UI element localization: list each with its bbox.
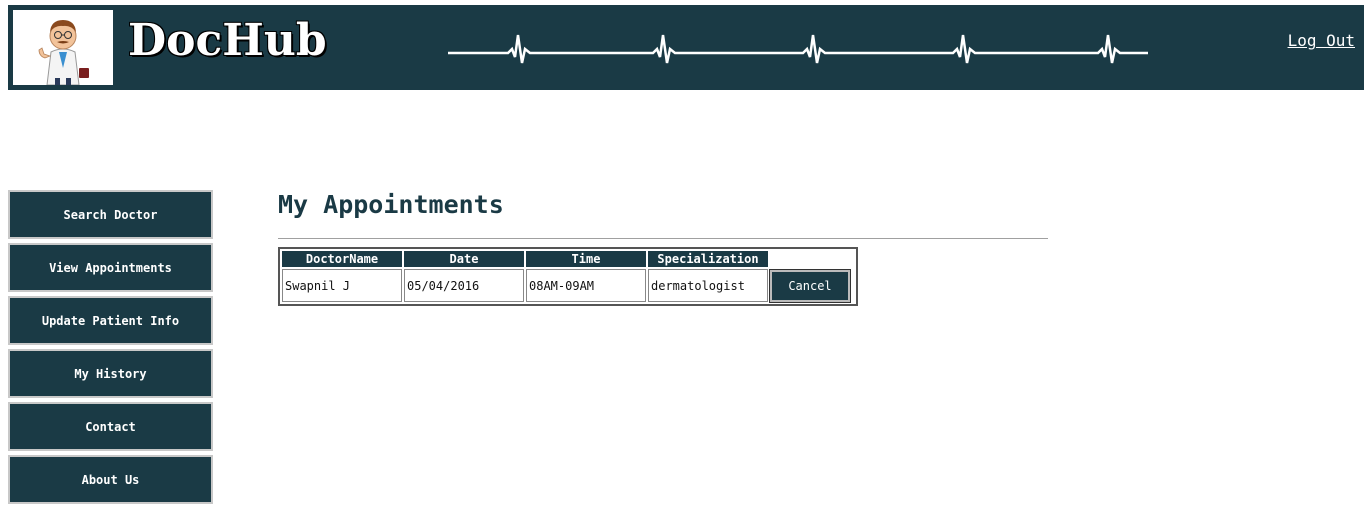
- table-row: Swapnil J 05/04/2016 08AM-09AM dermatolo…: [282, 268, 854, 303]
- doctor-logo: [13, 10, 113, 85]
- sidebar-item-search-doctor[interactable]: Search Doctor: [8, 190, 213, 239]
- logout-link[interactable]: Log Out: [1288, 31, 1355, 50]
- page-title: My Appointments: [278, 190, 504, 219]
- cell-time: 08AM-09AM: [526, 269, 646, 302]
- cell-specialization: dermatologist: [648, 269, 768, 302]
- doctor-mascot-icon: [38, 20, 89, 85]
- sidebar-item-my-history[interactable]: My History: [8, 349, 213, 398]
- cell-date: 05/04/2016: [404, 269, 524, 302]
- table-header-row: DoctorName Date Time Specialization: [282, 251, 854, 267]
- top-header: DocHub Log Out: [8, 5, 1364, 90]
- cell-doctor-name: Swapnil J: [282, 269, 402, 302]
- sidebar-item-contact[interactable]: Contact: [8, 402, 213, 451]
- sidebar-nav: Search Doctor View Appointments Update P…: [8, 190, 213, 508]
- column-header-time: Time: [526, 251, 646, 267]
- sidebar-item-about-us[interactable]: About Us: [8, 455, 213, 504]
- column-header-action: [770, 251, 854, 267]
- heartbeat-line-icon: [448, 34, 1148, 64]
- sidebar-item-view-appointments[interactable]: View Appointments: [8, 243, 213, 292]
- sidebar-item-update-patient-info[interactable]: Update Patient Info: [8, 296, 213, 345]
- title-divider: [278, 238, 1048, 239]
- brand-title: DocHub: [128, 15, 327, 66]
- cell-action: Cancel: [769, 268, 854, 303]
- appointments-table: DoctorName Date Time Specialization Swap…: [278, 247, 858, 306]
- cancel-appointment-button[interactable]: Cancel: [769, 268, 851, 303]
- column-header-doctor-name: DoctorName: [282, 251, 402, 267]
- column-header-specialization: Specialization: [648, 251, 768, 267]
- column-header-date: Date: [404, 251, 524, 267]
